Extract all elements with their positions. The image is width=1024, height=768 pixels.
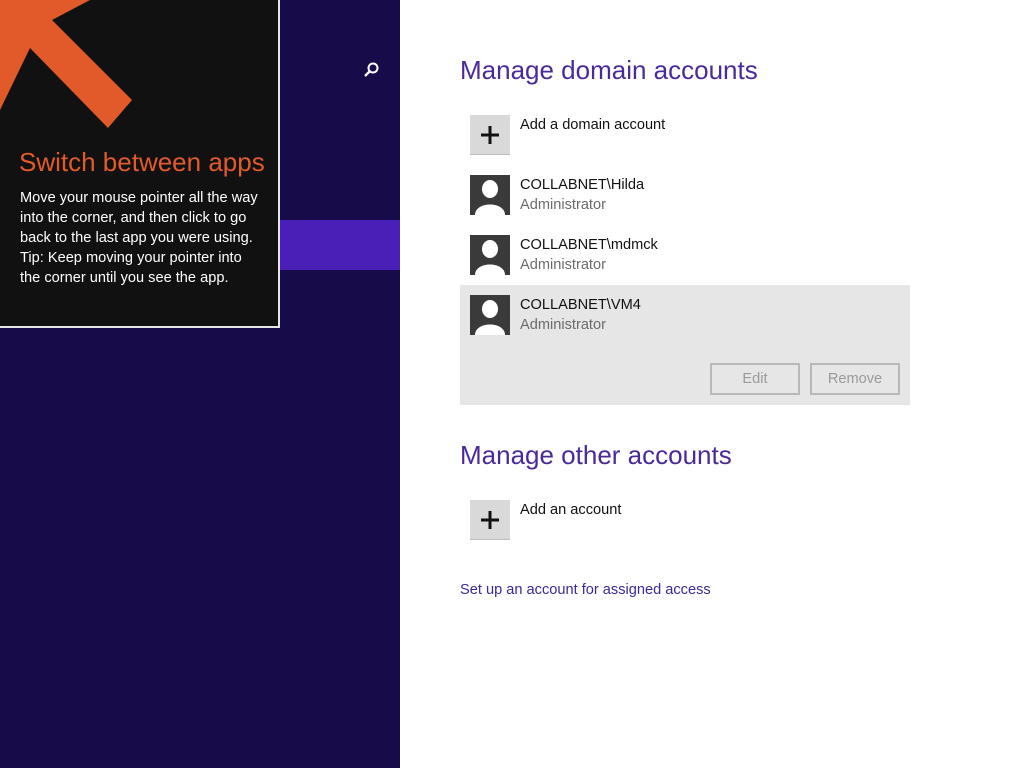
edit-button[interactable]: Edit <box>710 363 800 395</box>
account-name: COLLABNET\Hilda <box>520 177 645 193</box>
assigned-access-link[interactable]: Set up an account for assigned access <box>460 582 711 598</box>
account-role: Administrator <box>520 317 606 333</box>
user-avatar-icon <box>470 235 510 275</box>
add-account-label[interactable]: Add an account <box>520 502 621 518</box>
tip-text: Move your mouse pointer all the way into… <box>20 190 258 246</box>
plus-icon <box>481 126 499 144</box>
search-icon <box>364 62 379 77</box>
search-button[interactable] <box>356 56 386 86</box>
tip-title: Switch between apps <box>19 147 265 177</box>
account-role: Administrator <box>520 257 606 273</box>
arrow-up-left-icon <box>0 0 132 128</box>
tip-hint: Tip: Keep moving your pointer into the c… <box>20 250 242 286</box>
remove-button[interactable]: Remove <box>810 363 900 395</box>
account-name: COLLABNET\mdmck <box>520 237 658 253</box>
tip-body: Move your mouse pointer all the way into… <box>20 188 265 288</box>
account-role: Administrator <box>520 197 606 213</box>
add-account-button[interactable] <box>470 500 510 540</box>
account-name: COLLABNET\VM4 <box>520 297 641 313</box>
add-domain-account-button[interactable] <box>470 115 510 155</box>
domain-accounts-heading: Manage domain accounts <box>460 55 758 85</box>
user-avatar-icon <box>470 295 510 335</box>
other-accounts-heading: Manage other accounts <box>460 440 732 470</box>
switch-apps-tip: Switch between apps Move your mouse poin… <box>0 0 280 328</box>
add-domain-account-label[interactable]: Add a domain account <box>520 117 665 133</box>
plus-icon <box>481 511 499 529</box>
user-avatar-icon <box>470 175 510 215</box>
